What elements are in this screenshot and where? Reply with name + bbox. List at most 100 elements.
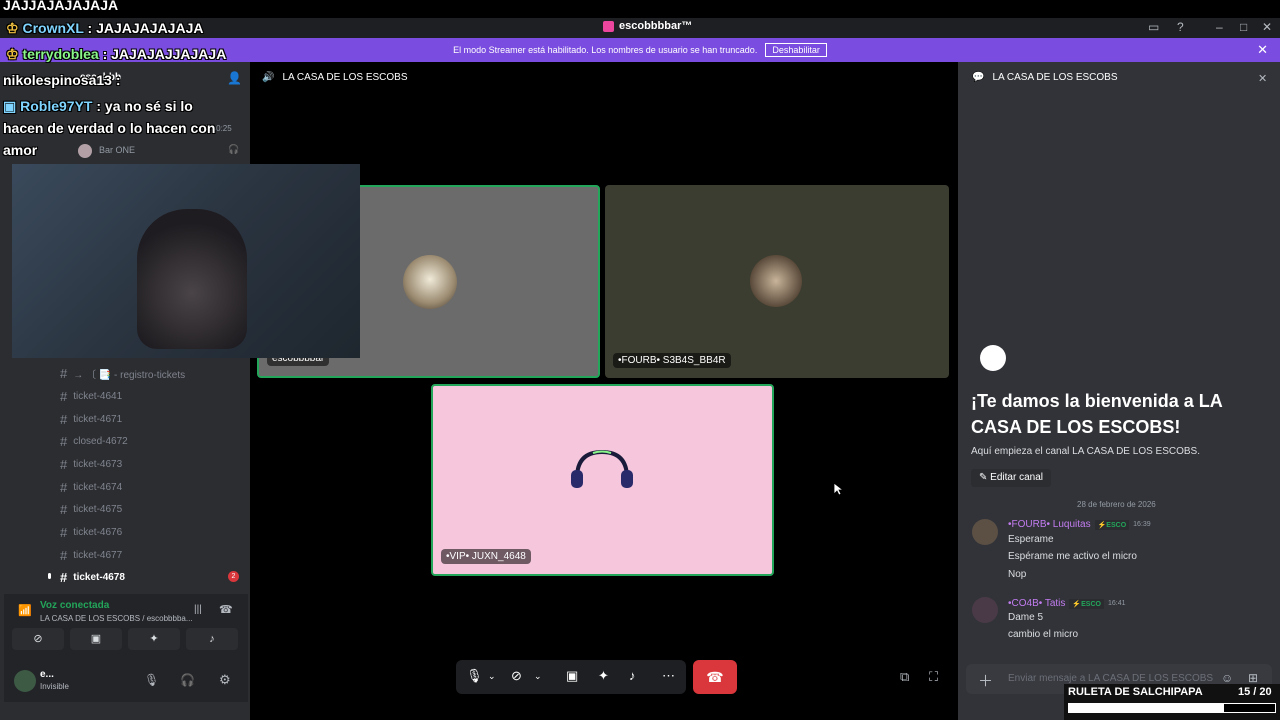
soundboard-icon[interactable]: ♪ (629, 668, 636, 683)
avatar[interactable] (972, 519, 998, 545)
author-name: •CO4B• Tatis (1008, 598, 1066, 609)
avatar[interactable] (972, 597, 998, 623)
inbox-icon[interactable]: ▭ (1148, 20, 1159, 34)
overlay-chat-text: JAJJAJAJAJAJA (3, 0, 119, 13)
message-author[interactable]: •CO4B• Tatis ⚡ESCO 16:41 (1008, 598, 1126, 609)
apps-icon[interactable]: ⊞ (1248, 671, 1258, 685)
close-chat-icon[interactable]: ✕ (1258, 72, 1267, 85)
close-window-button[interactable]: ✕ (1262, 20, 1272, 34)
mouse-cursor-icon (833, 482, 843, 496)
hash-icon: # (60, 434, 68, 449)
channel-label: ticket-4641 (73, 391, 123, 402)
user-panel: e... Invisible 🎙 🎧 ⚙ (4, 662, 248, 702)
maximize-button[interactable]: □ (1240, 20, 1247, 34)
disconnect-call-button[interactable]: ☎ (693, 660, 737, 694)
ruleta-count: 15 / 20 (1238, 686, 1272, 698)
message-text: Nop (1008, 569, 1027, 580)
app-logo-icon (603, 20, 614, 32)
voice-status: Voz conectada (40, 600, 110, 611)
help-icon[interactable]: ? (1177, 20, 1184, 34)
hash-icon: # (60, 480, 68, 495)
clan-tag: ⚡ESCO (1069, 598, 1104, 609)
channel-ticket-4671[interactable]: # ticket-4671 (60, 412, 122, 427)
channel-label: ticket-4676 (73, 527, 123, 538)
microphone-icon[interactable]: 🎙 (466, 668, 483, 684)
channel-ticket-4675[interactable]: # ticket-4675 (60, 502, 122, 517)
noise-suppression-icon[interactable]: ||| (194, 604, 202, 615)
overlay-chat-user: CrownXL (22, 20, 84, 36)
channel-label: ticket-4674 (73, 482, 123, 493)
hash-icon: # (60, 366, 68, 381)
overlay-chat-line: ▣ Roble97YT : ya no sé si lo (3, 98, 193, 115)
activities-icon[interactable]: ✦ (598, 668, 609, 684)
chevron-down-icon[interactable]: ⌄ (488, 671, 496, 682)
overlay-chat-line: ♔ terrydoblea : JAJAJAJJAJAJA (6, 46, 226, 63)
screen-share-button[interactable]: ▣ (70, 628, 122, 650)
message-text: Espérame me activo el micro (1008, 551, 1137, 562)
camera-toggle-button[interactable]: ⊘ (12, 628, 64, 650)
microphone-icon[interactable]: 🎙 (144, 673, 159, 687)
emoji-icon[interactable]: ☺ (1221, 671, 1233, 685)
call-controls: 🎙 ⌄ ⊘ ⌄ ▣ ✦ ♪ ⋯ (456, 660, 686, 694)
user-status: Invisible (40, 682, 69, 691)
add-attachment-icon[interactable]: ＋ (978, 670, 993, 691)
voice-channel-header: 🔊 LA CASA DE LOS ESCOBS (262, 72, 408, 83)
overlay-chat-text: : (111, 72, 121, 88)
clan-tag: ⚡ESCO (1094, 519, 1130, 530)
chat-bubble-icon: 💬 (972, 72, 985, 83)
ruleta-label: RULETA DE SALCHIPAPA (1068, 686, 1203, 698)
channel-label: ticket-4677 (73, 550, 123, 561)
edit-channel-button[interactable]: ✎ Editar canal (971, 469, 1051, 487)
message-input-placeholder: Enviar mensaje a LA CASA DE LOS ESCOBS (1008, 673, 1214, 684)
video-tile-juxn[interactable]: •VIP• JUXN_4648 (431, 384, 774, 576)
camera-off-icon[interactable]: ⊘ (511, 668, 522, 684)
disconnect-icon[interactable]: ☎ (219, 603, 233, 616)
message-text: Esperame (1008, 534, 1054, 545)
activities-button[interactable]: ✦ (128, 628, 180, 650)
deafened-icon: 🎧 (228, 144, 240, 154)
window-title: escobbbbar™ (603, 20, 692, 32)
overlay-chat-line: nikolespinosa13 : (3, 72, 121, 88)
channel-ticket-4641[interactable]: # ticket-4641 (60, 389, 122, 404)
soundboard-button[interactable]: ♪ (186, 628, 238, 650)
channel-ticket-4676[interactable]: # ticket-4676 (60, 525, 122, 540)
channel-closed-4672[interactable]: # closed-4672 (60, 434, 128, 449)
bar-one-avatar (78, 144, 92, 158)
channel-ticket-4678[interactable]: # ticket-4678 (60, 570, 125, 585)
chat-title: LA CASA DE LOS ESCOBS (992, 72, 1118, 83)
channel-ticket-4674[interactable]: # ticket-4674 (60, 480, 122, 495)
fullscreen-icon[interactable]: ⛶ (929, 669, 938, 685)
video-tile-s3b4s[interactable]: •FOURB• S3B4S_BB4R (605, 185, 949, 378)
popout-icon[interactable]: ⧉ (900, 669, 909, 685)
settings-gear-icon[interactable]: ⚙ (219, 672, 231, 688)
channel-label: ticket-4675 (73, 504, 123, 515)
chevron-down-icon[interactable]: ⌄ (534, 671, 542, 682)
channel-ticket-4673[interactable]: # ticket-4673 (60, 457, 122, 472)
headphones-avatar-icon (571, 449, 633, 488)
signal-icon[interactable]: 📶 (18, 604, 32, 617)
add-user-icon[interactable]: 👤 (227, 71, 242, 85)
headphones-icon[interactable]: 🎧 (180, 673, 195, 687)
overlay-chat-line: JAJJAJAJAJAJA (3, 0, 118, 13)
voice-channel-name[interactable]: LA CASA DE LOS ESCOBS / escobbbba... (40, 614, 193, 623)
avatar[interactable] (14, 670, 36, 692)
hash-icon: # (60, 457, 68, 472)
message-time: 16:41 (1107, 600, 1126, 607)
hash-icon: # (60, 548, 68, 563)
message-author[interactable]: •FOURB• Luquitas ⚡ESCO 16:39 (1008, 519, 1151, 530)
overlay-chat-text: : JAJAJAJAJAJA (83, 20, 204, 36)
welcome-title: ¡Te damos la bienvenida a LA CASA DE LOS… (971, 391, 1223, 437)
disable-streamer-button[interactable]: Deshabilitar (765, 43, 827, 57)
screen-share-icon[interactable]: ▣ (566, 668, 578, 684)
streamer-figure (137, 209, 247, 349)
overlay-chat-user: Roble97YT (20, 98, 93, 114)
minimize-button[interactable]: – (1216, 20, 1223, 34)
more-options-icon[interactable]: ⋯ (662, 668, 675, 684)
speaker-icon: 🔊 (262, 72, 275, 83)
channel-ticket-4677[interactable]: # ticket-4677 (60, 548, 122, 563)
chat-header: 💬 LA CASA DE LOS ESCOBS (972, 72, 1118, 83)
banner-close-icon[interactable]: ✕ (1257, 42, 1268, 58)
voice-member-name[interactable]: Bar ONE (99, 145, 135, 155)
channel-registro-tickets[interactable]: # → 〔 📑 - registro-tickets (60, 366, 185, 381)
overlay-chat-text: amor (3, 142, 38, 158)
